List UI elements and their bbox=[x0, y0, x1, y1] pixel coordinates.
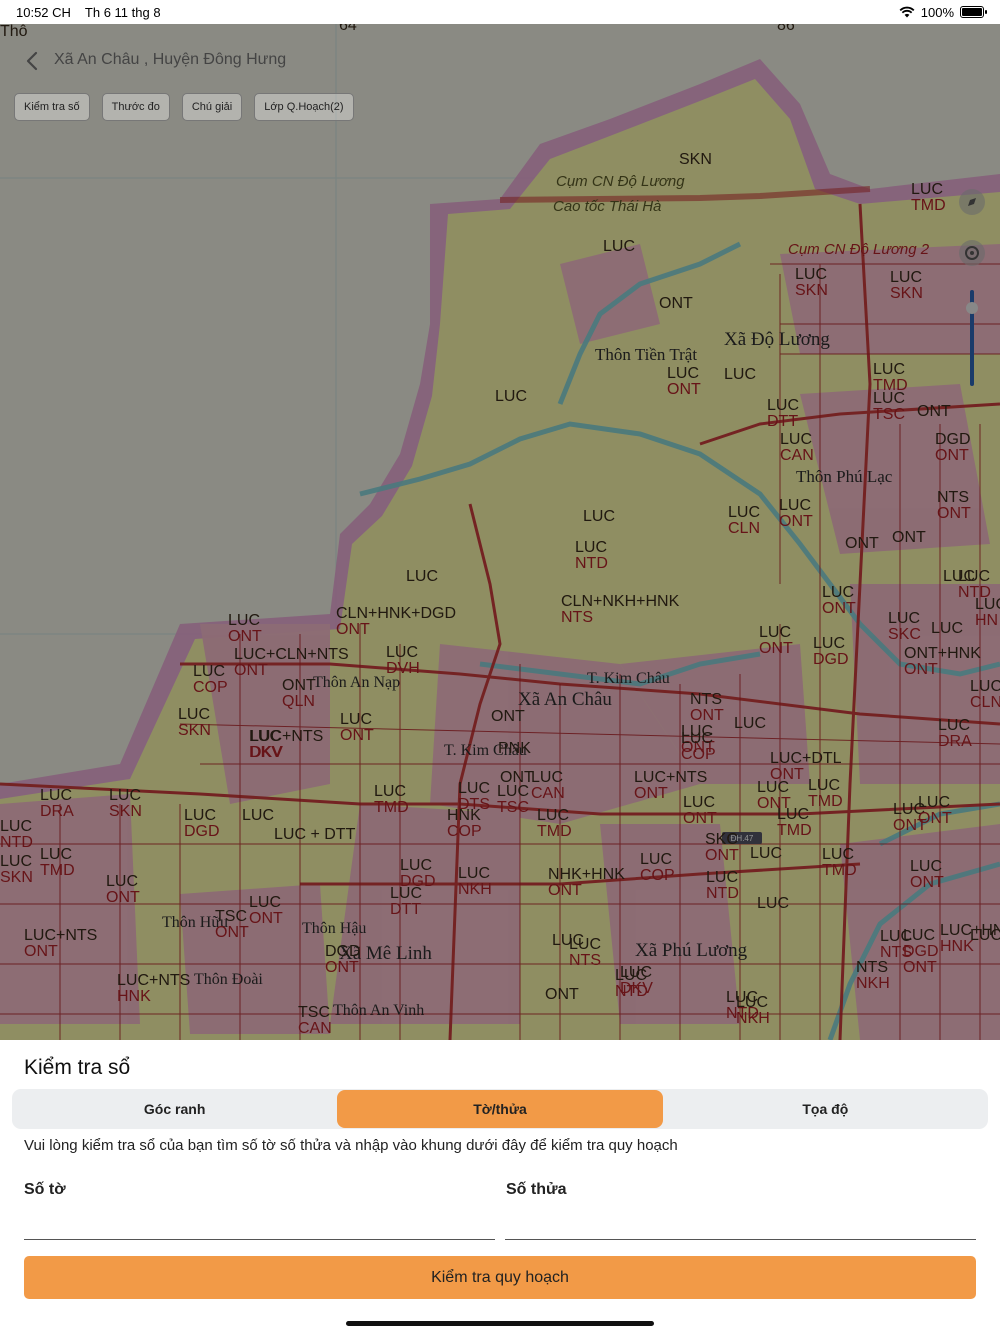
tab-coordinates[interactable]: Tọa độ bbox=[663, 1089, 988, 1129]
parcel-number-label: Số thửa bbox=[506, 1181, 567, 1198]
sheet-number-label: Số tờ bbox=[24, 1181, 66, 1198]
battery-percent: 100% bbox=[920, 4, 954, 20]
status-time: 10:52 CH bbox=[16, 4, 71, 20]
compass-icon[interactable] bbox=[958, 188, 986, 216]
wifi-icon bbox=[899, 6, 915, 18]
opacity-slider[interactable] bbox=[966, 290, 978, 386]
parcel-number-input[interactable] bbox=[505, 1210, 976, 1240]
status-bar: 10:52 CH Th 6 11 thg 8 100% bbox=[0, 0, 1000, 24]
check-book-sheet: Kiểm tra sổ Góc ranh Tờ/thửa Tọa độ Vui … bbox=[0, 1040, 1000, 1334]
planning-layer-chip[interactable]: Lớp Q.Hoạch(2) bbox=[254, 93, 354, 121]
measure-chip[interactable]: Thước đo bbox=[101, 93, 170, 121]
map-dim-overlay[interactable] bbox=[0, 24, 1000, 1040]
home-indicator bbox=[346, 1321, 654, 1326]
chevron-left-icon[interactable] bbox=[22, 50, 42, 72]
toolbar-chips: Kiểm tra số Thước đo Chú giải Lớp Q.Hoạc… bbox=[14, 93, 354, 121]
page-title: Xã An Châu , Huyện Đông Hưng bbox=[54, 51, 287, 68]
check-planning-button[interactable]: Kiểm tra quy hoạch bbox=[24, 1256, 976, 1299]
tab-sheet-parcel[interactable]: Tờ/thửa bbox=[337, 1090, 663, 1128]
locate-icon[interactable] bbox=[958, 239, 986, 267]
mode-tabs: Góc ranh Tờ/thửa Tọa độ bbox=[12, 1089, 988, 1129]
battery-fill bbox=[962, 8, 982, 16]
tab-corner[interactable]: Góc ranh bbox=[12, 1089, 337, 1129]
check-book-chip[interactable]: Kiểm tra số bbox=[14, 93, 90, 121]
map-view[interactable]: ĐH.47 64 86 Cụm CN Độ Lương Cao tốc Thái… bbox=[0, 24, 1000, 1040]
nav-bar: Xã An Châu , Huyện Đông Hưng bbox=[0, 24, 1000, 94]
sheet-number-input[interactable] bbox=[24, 1210, 495, 1240]
battery-icon bbox=[960, 6, 987, 18]
instruction-text: Vui lòng kiểm tra sổ của bạn tìm số tờ s… bbox=[24, 1137, 678, 1154]
legend-chip[interactable]: Chú giải bbox=[181, 93, 243, 121]
sheet-title: Kiểm tra sổ bbox=[24, 1056, 131, 1079]
status-date: Th 6 11 thg 8 bbox=[84, 4, 161, 20]
